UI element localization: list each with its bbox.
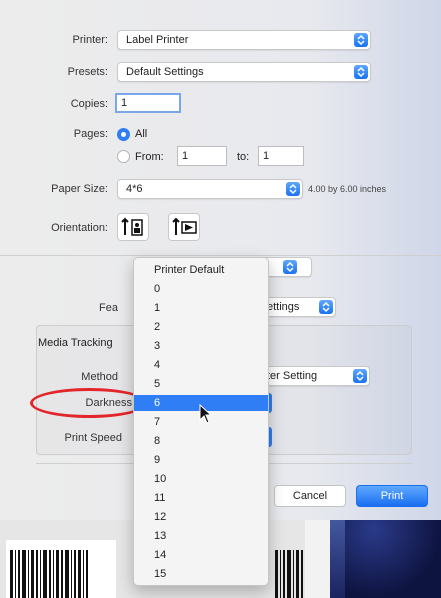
- menu-item-11[interactable]: 11: [134, 490, 268, 506]
- paper-size-popup[interactable]: 4*6: [117, 179, 303, 199]
- orientation-label: Orientation:: [51, 222, 108, 234]
- pages-from-field[interactable]: 1: [177, 146, 227, 166]
- media-tracking-label: Media Tracking: [38, 337, 113, 349]
- printer-popup[interactable]: Label Printer: [117, 30, 371, 50]
- menu-item-10[interactable]: 10: [134, 471, 268, 487]
- pages-all-label: All: [135, 128, 148, 140]
- portrait-orientation-button[interactable]: [117, 213, 149, 241]
- menu-item-printer-default[interactable]: Printer Default: [134, 262, 268, 278]
- paper-size-label: Paper Size:: [51, 183, 108, 195]
- barcode-right: [275, 550, 305, 598]
- chevron-updown-icon: [319, 300, 333, 314]
- pages-label: Pages:: [73, 128, 108, 140]
- menu-item-4[interactable]: 4: [134, 357, 268, 373]
- method-popup[interactable]: ter Setting: [258, 366, 370, 386]
- section-divider: [0, 255, 441, 256]
- printer-label: Printer:: [72, 34, 108, 46]
- menu-item-9[interactable]: 9: [134, 452, 268, 468]
- pointer-cursor-icon: [199, 404, 213, 424]
- presets-value: Default Settings: [126, 66, 204, 78]
- pages-range-radio[interactable]: [117, 150, 130, 163]
- menu-item-12[interactable]: 12: [134, 509, 268, 525]
- print-dialog-screenshot: Printer: Label Printer Presets: Default …: [0, 0, 441, 598]
- section-popup[interactable]: [262, 257, 312, 277]
- landscape-orientation-button[interactable]: [168, 213, 200, 241]
- menu-item-15[interactable]: 15: [134, 566, 268, 582]
- copies-field[interactable]: 1: [115, 93, 181, 113]
- print-button[interactable]: Print: [356, 485, 428, 507]
- landscape-orientation-icon: [172, 217, 197, 235]
- menu-item-0[interactable]: 0: [134, 281, 268, 297]
- chevron-updown-icon: [354, 65, 368, 79]
- preview-scroll-edge: [305, 520, 330, 598]
- barcode-left: [10, 550, 90, 598]
- print-speed-label: Print Speed: [64, 432, 122, 444]
- chevron-updown-icon: [353, 369, 367, 383]
- chevron-updown-icon: [354, 33, 368, 47]
- menu-item-13[interactable]: 13: [134, 528, 268, 544]
- pages-all-radio[interactable]: [117, 128, 130, 141]
- method-value: ter Setting: [267, 370, 318, 382]
- paper-size-dimensions: 4.00 by 6.00 inches: [308, 184, 387, 194]
- chevron-updown-icon: [283, 260, 297, 274]
- features-label: Fea: [99, 302, 118, 314]
- presets-popup[interactable]: Default Settings: [117, 62, 371, 82]
- pages-to-field[interactable]: 1: [258, 146, 304, 166]
- menu-item-8[interactable]: 8: [134, 433, 268, 449]
- pages-to-label: to:: [237, 151, 250, 163]
- method-label: Method: [81, 371, 118, 383]
- menu-item-3[interactable]: 3: [134, 338, 268, 354]
- menu-item-2[interactable]: 2: [134, 319, 268, 335]
- chevron-updown-icon: [286, 182, 300, 196]
- presets-label: Presets:: [67, 66, 108, 78]
- copies-label: Copies:: [70, 98, 108, 110]
- darkness-highlight-circle: [30, 388, 148, 418]
- menu-item-1[interactable]: 1: [134, 300, 268, 316]
- features-popup[interactable]: ettings: [258, 297, 336, 317]
- pages-from-label: From:: [135, 151, 164, 163]
- paper-size-value: 4*6: [126, 183, 143, 195]
- printer-value: Label Printer: [126, 34, 189, 46]
- menu-item-5[interactable]: 5: [134, 376, 268, 392]
- cancel-button[interactable]: Cancel: [274, 485, 346, 507]
- portrait-orientation-icon: [121, 217, 143, 236]
- features-value: ettings: [267, 301, 300, 313]
- menu-item-14[interactable]: 14: [134, 547, 268, 563]
